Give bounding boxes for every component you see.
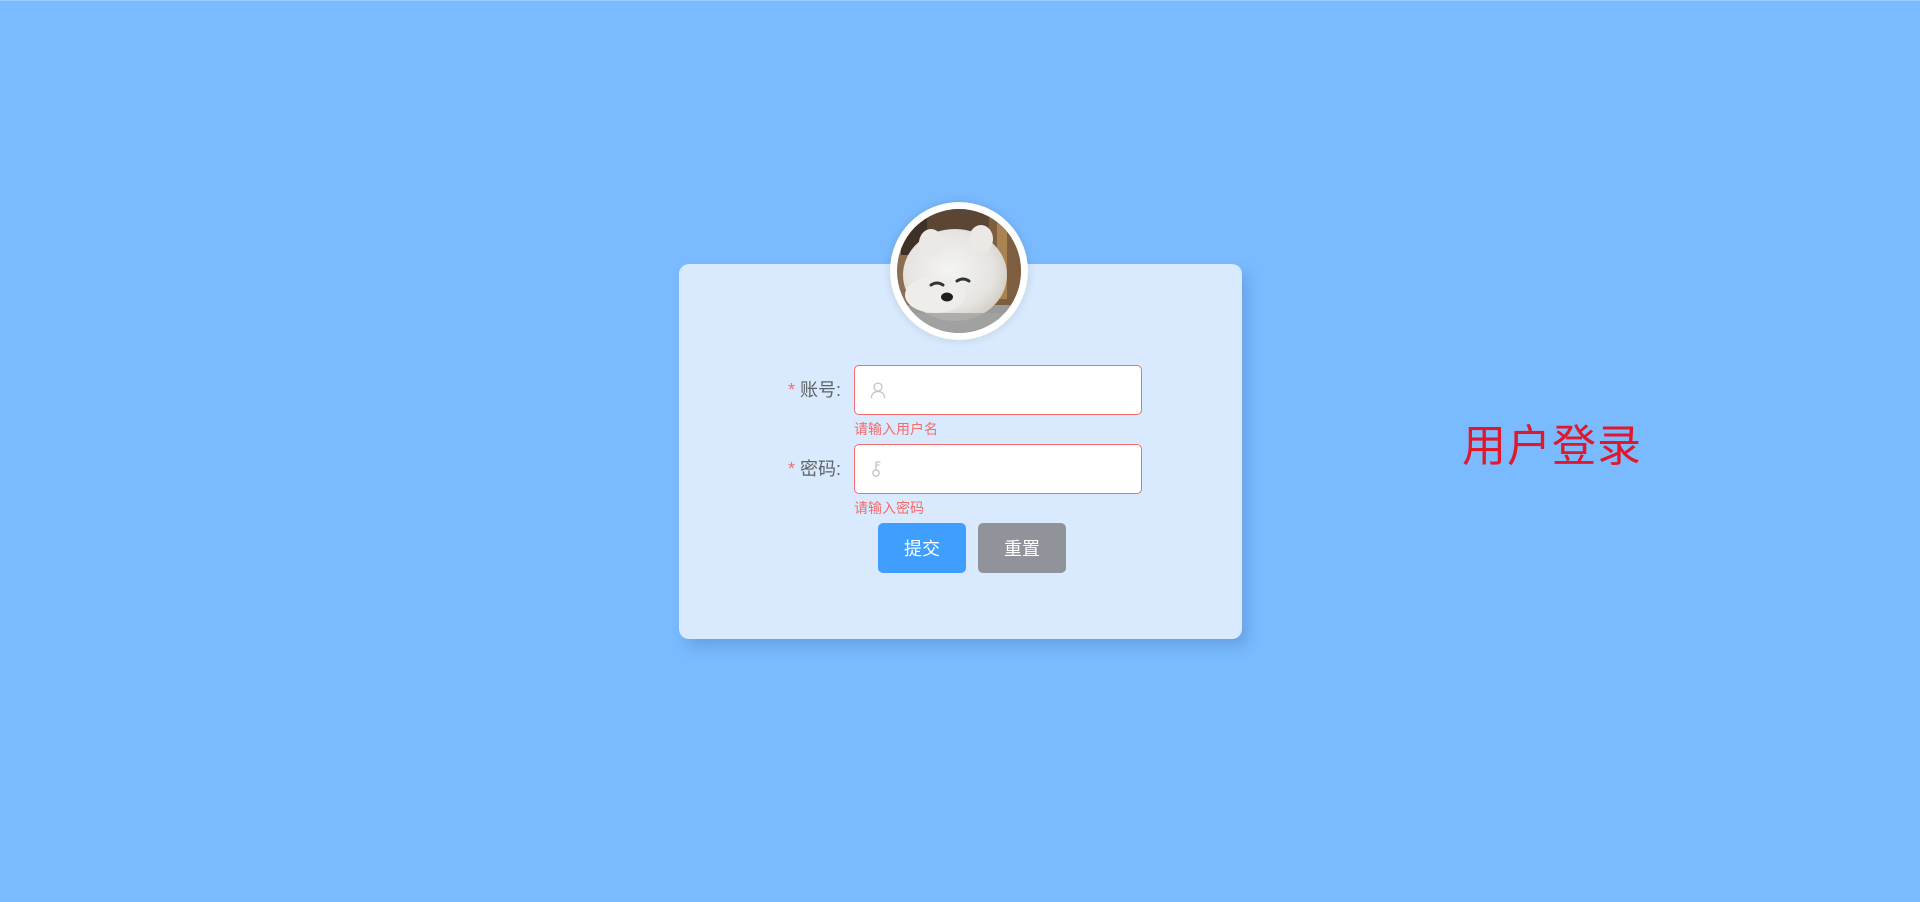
dog-photo [897,209,1021,333]
account-error: 请输入用户名 [854,421,938,437]
avatar-image [897,209,1021,333]
user-icon [869,381,887,399]
required-mark: * [787,380,795,400]
page-title: 用户登录 [1462,422,1642,471]
required-mark: * [787,459,795,479]
top-border [0,0,1920,1]
account-row: * 账号: 请输入用户名 [679,365,1242,437]
account-field[interactable] [854,365,1142,416]
password-label-text: 密码: [799,459,841,479]
key-icon [869,460,887,478]
avatar [890,202,1028,340]
password-row: * 密码: 请输入密码 [679,444,1242,516]
account-input[interactable] [895,366,1135,416]
password-field[interactable] [854,444,1142,495]
account-label-text: 账号: [799,380,841,400]
password-label: * 密码: [788,444,841,494]
password-input[interactable] [895,445,1135,495]
submit-button[interactable]: 提交 [878,523,966,573]
reset-button[interactable]: 重置 [978,523,1066,573]
password-error: 请输入密码 [854,500,924,516]
account-label: * 账号: [788,365,841,415]
